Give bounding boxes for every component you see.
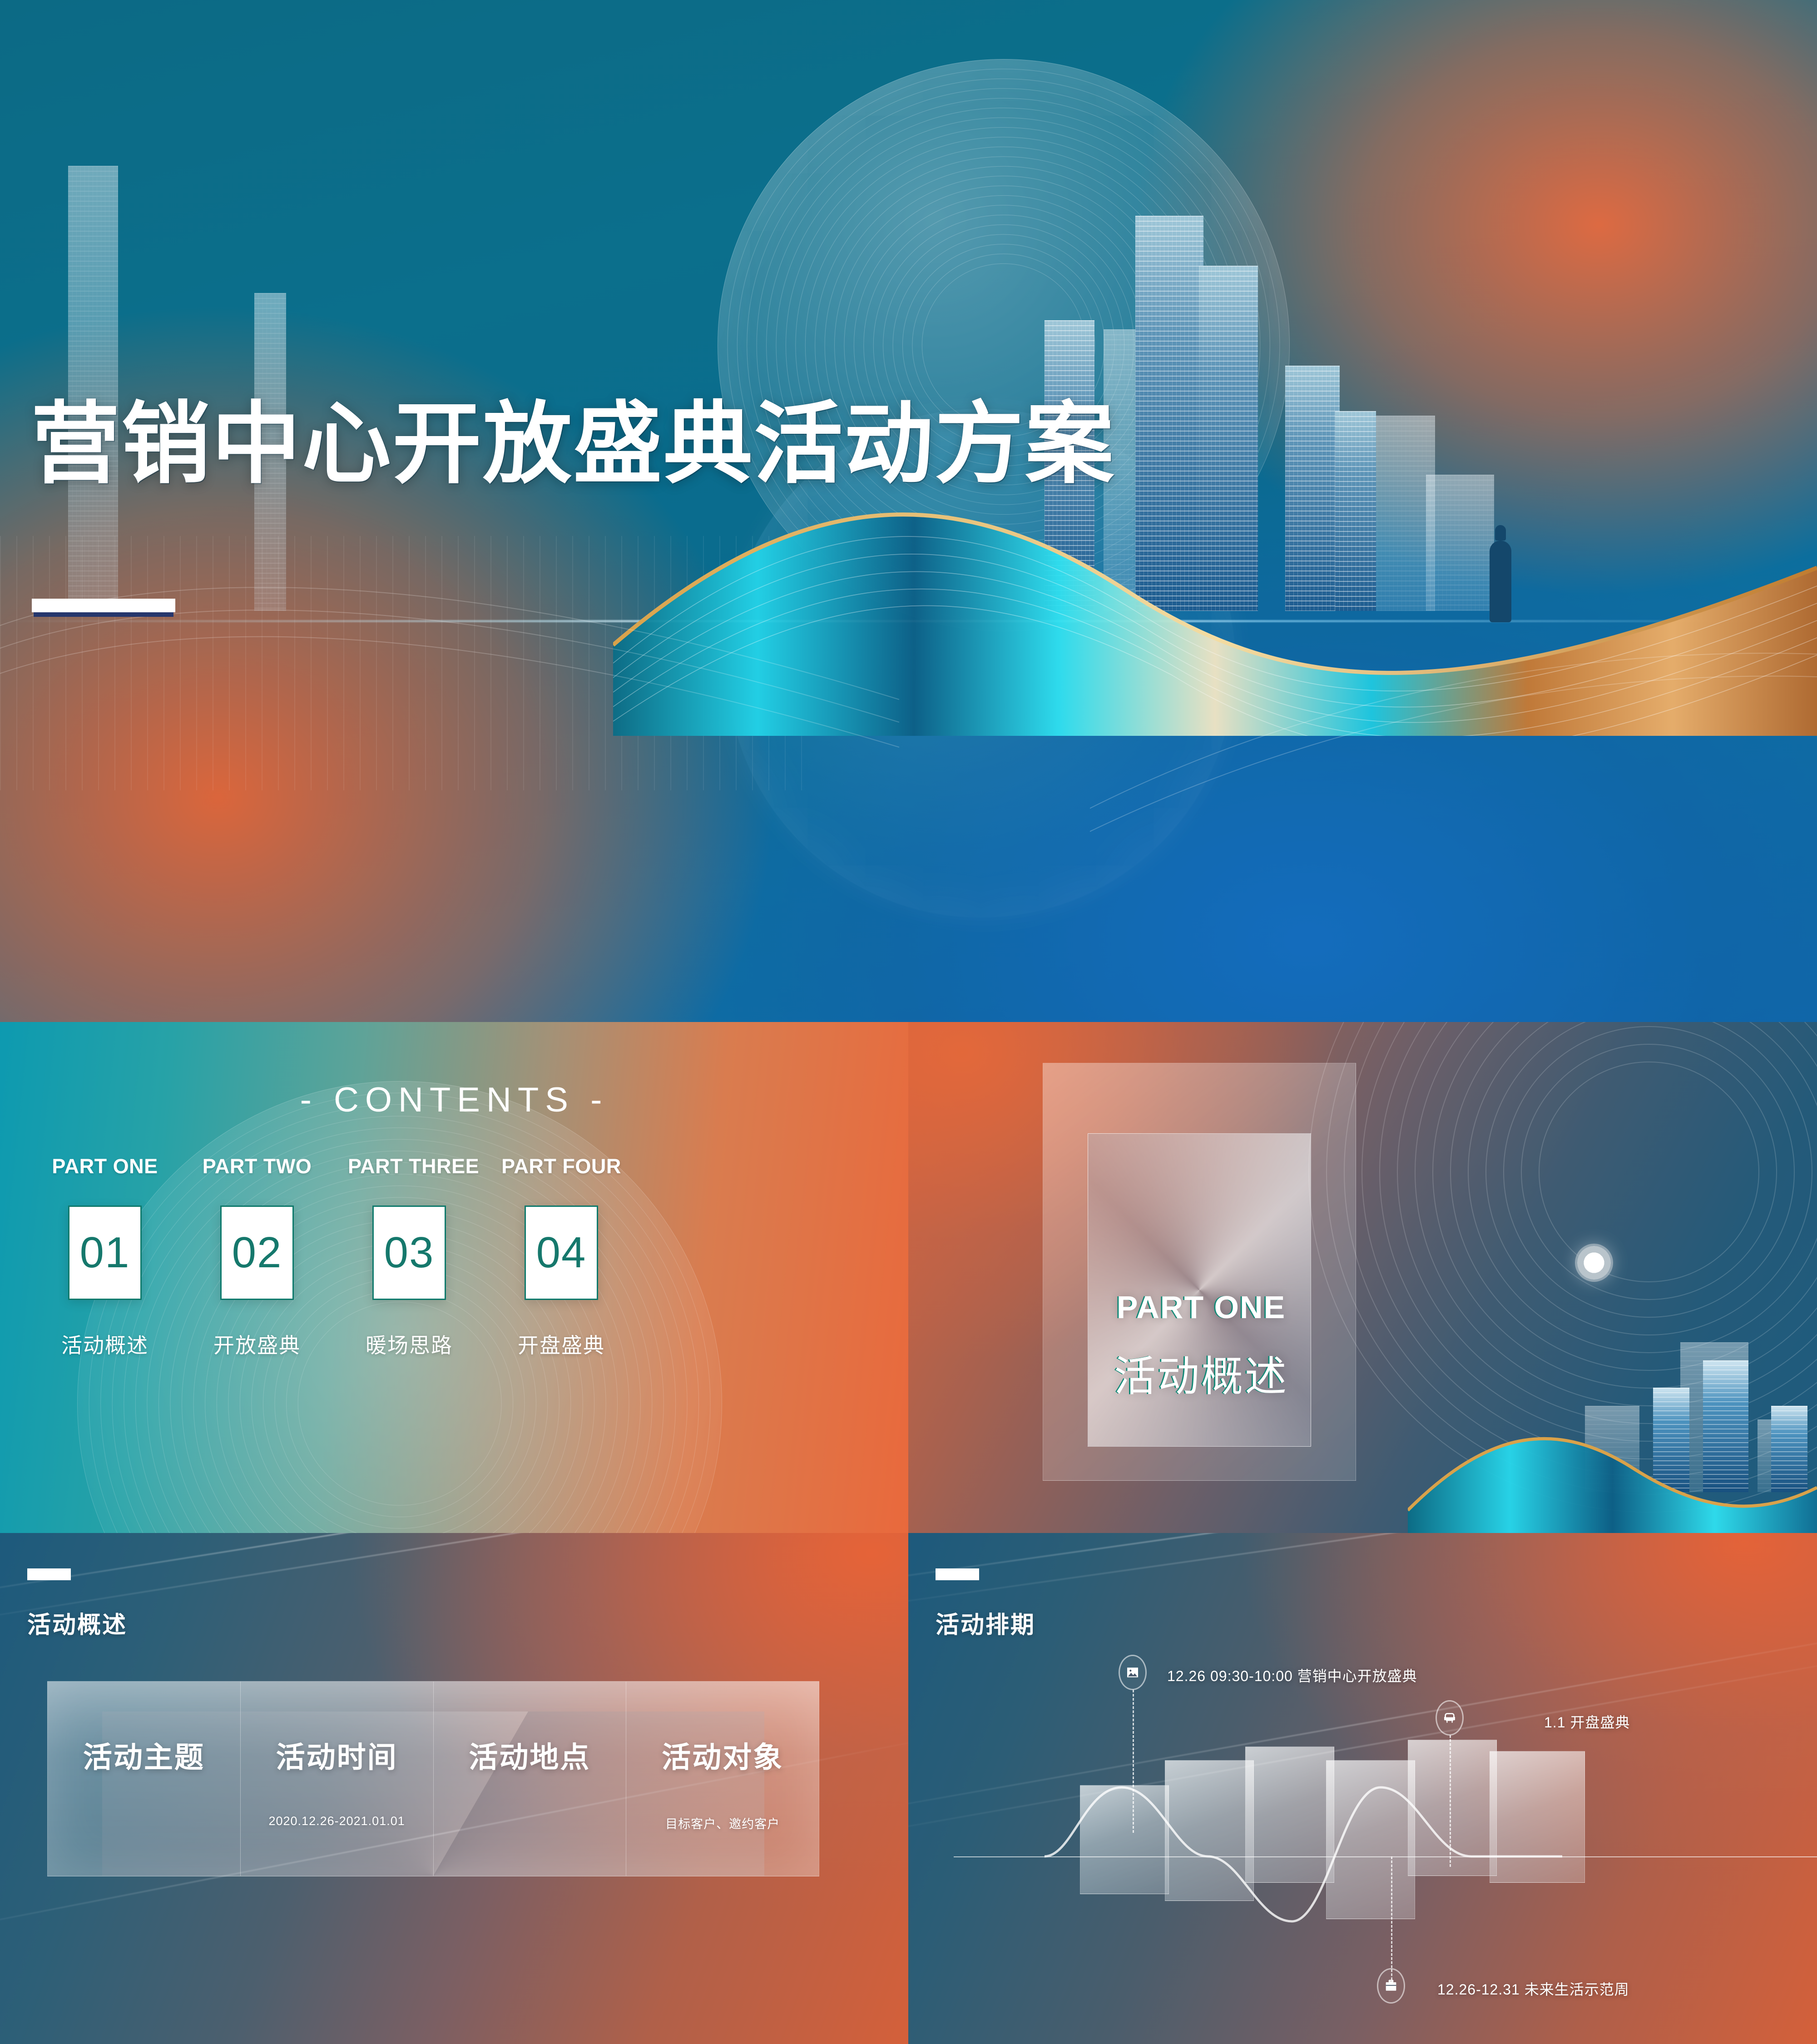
armchair-icon	[1444, 1713, 1455, 1723]
hero-title-underline	[32, 599, 175, 612]
overview-cell-value: 2020.12.26-2021.01.01	[268, 1814, 405, 1828]
contents-part-2[interactable]: PART TWO 02 开放盛典	[196, 1155, 318, 1359]
timeline-label-1: 12.26 09:30-10:00 营销中心开放盛典	[1167, 1668, 1417, 1684]
part-number-box: 01	[68, 1206, 142, 1300]
contents-part-3[interactable]: PART THREE 03 暖场思路	[348, 1155, 480, 1359]
overview-cell-title: 活动地点	[469, 1741, 591, 1774]
part-subtitle: 暖场思路	[366, 1334, 453, 1357]
part-one-slide: PART ONE 活动概述	[908, 1022, 1817, 1533]
part-one-label-cn: 活动概述	[1114, 1354, 1288, 1400]
part-number-box: 04	[525, 1206, 598, 1300]
timeline-axis	[954, 1856, 1817, 1857]
overview-cell-value: 目标客户、邀约客户	[665, 1817, 780, 1831]
timeline-node-2[interactable]	[1436, 1700, 1464, 1736]
part-subtitle: 开盘盛典	[518, 1334, 605, 1357]
part-subtitle: 活动概述	[61, 1334, 149, 1357]
hero-building-glass-4	[68, 166, 118, 611]
timeline-label-2: 1.1 开盘盛典	[1544, 1714, 1630, 1731]
overview-cell-title: 活动主题	[83, 1741, 205, 1774]
contents-slide: - CONTENTS - PART ONE 01 活动概述 PART TWO 0…	[0, 1022, 908, 1533]
timeline-connector-1	[1133, 1690, 1134, 1833]
hero-slide: 营销中心开放盛典活动方案	[0, 0, 1817, 1022]
part-number-box: 03	[372, 1206, 446, 1300]
timeline-label-3: 12.26-12.31 未来生活示范周	[1437, 1981, 1629, 1998]
overview-cell-title: 活动对象	[662, 1741, 784, 1774]
part-label: PART ONE	[52, 1155, 158, 1178]
contents-part-1[interactable]: PART ONE 01 活动概述	[44, 1155, 166, 1359]
part-label: PART THREE	[348, 1155, 480, 1178]
part-one-ribbon-wave	[1408, 1437, 1817, 1533]
contents-part-4[interactable]: PART FOUR 04 开盘盛典	[500, 1155, 623, 1359]
part-number: 01	[79, 1228, 130, 1277]
timeline-connector-2	[1450, 1735, 1451, 1867]
part-number: 02	[232, 1228, 282, 1277]
overview-card: 活动主题 活动时间 2020.12.26-2021.01.01 活动地点 活动对…	[47, 1681, 819, 1876]
overview-slide: 活动概述 活动主题 活动时间 2020.12.26-2021.01.01 活动地…	[0, 1533, 908, 2044]
overview-cell-4[interactable]: 活动对象 目标客户、邀约客户	[626, 1682, 819, 1876]
image-icon	[1127, 1667, 1138, 1677]
briefcase-icon	[1386, 1980, 1396, 1991]
part-number-box: 02	[220, 1206, 294, 1300]
contents-title: - CONTENTS -	[300, 1081, 609, 1119]
timeline-sine-wave	[1044, 1786, 1562, 1923]
part-number: 03	[384, 1228, 435, 1277]
overview-cell-1[interactable]: 活动主题	[48, 1682, 240, 1876]
timeline-slide: 活动排期 12.26 09:30-10:00 营销中心开放盛典 1.1 开盘盛典…	[908, 1533, 1817, 2044]
part-label: PART FOUR	[501, 1155, 621, 1178]
part-subtitle: 开放盛典	[213, 1334, 301, 1357]
part-label: PART TWO	[202, 1155, 312, 1178]
overview-cell-title: 活动时间	[276, 1741, 398, 1774]
overview-heading: 活动概述	[27, 1612, 128, 1638]
part-one-lamp-icon	[1575, 1244, 1613, 1282]
contents-part-row: PART ONE 01 活动概述 PART TWO 02 开放盛典 PART T…	[44, 1155, 875, 1359]
part-one-label-en: PART ONE	[1116, 1290, 1286, 1325]
hero-ribbon-wave	[613, 512, 1817, 736]
timeline-node-1[interactable]	[1119, 1655, 1147, 1690]
hero-title: 营销中心开放盛典活动方案	[31, 394, 1116, 494]
overview-kicker-bar	[27, 1568, 71, 1580]
overview-cell-3[interactable]: 活动地点	[433, 1682, 626, 1876]
overview-cell-2[interactable]: 活动时间 2020.12.26-2021.01.01	[240, 1682, 433, 1876]
timeline-node-3[interactable]	[1377, 1968, 1405, 2004]
part-number: 04	[536, 1228, 587, 1277]
